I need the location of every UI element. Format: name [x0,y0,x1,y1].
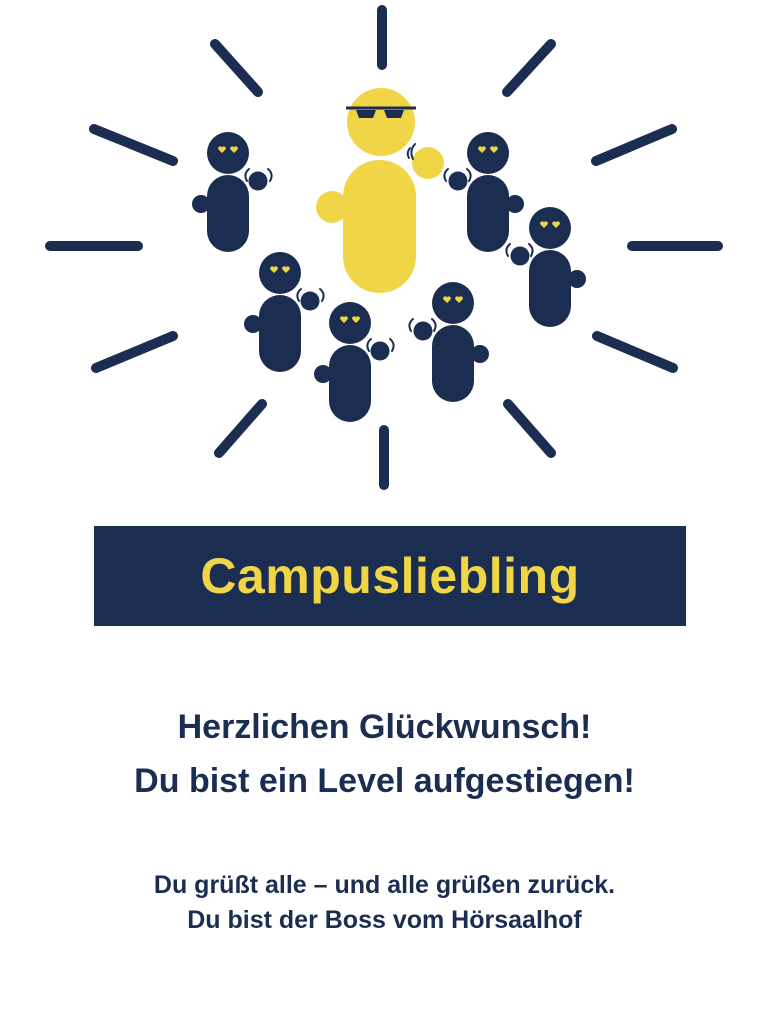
sun-ray-icon [502,39,556,97]
sun-ray-icon [89,124,178,166]
headline-line-2: Du bist ein Level aufgestiegen! [134,762,635,800]
heart-eyes-figure-icon [408,282,489,402]
subline-line-1: Du grüßt alle – und alle grüßen zurück. [153,871,616,899]
badge-banner: Campusliebling [94,526,686,626]
congratulation-headline: Herzlichen Glückwunsch! Du bist ein Leve… [0,700,769,808]
headline-line-1: Herzlichen Glückwunsch! [177,708,592,746]
heart-eyes-figure-icon [505,207,586,327]
sun-ray-icon [91,331,178,373]
heart-eyes-figure-icon [443,132,524,252]
subline-line-2: Du bist der Boss vom Hörsaalhof [187,906,582,934]
badge-title: Campusliebling [200,548,580,604]
sun-ray-icon [214,399,267,458]
level-description: Du grüßt alle – und alle grüßen zurück. … [0,868,769,938]
level-up-illustration [45,5,723,490]
cool-figure-icon [316,88,444,293]
sun-ray-icon [591,124,677,166]
heart-eyes-figure-icon [192,132,273,252]
heart-eyes-figure-icon [314,302,395,422]
sun-ray-icon [210,39,263,97]
sun-ray-icon [592,331,678,373]
heart-eyes-figure-icon [244,252,325,372]
sun-ray-icon [503,399,556,458]
